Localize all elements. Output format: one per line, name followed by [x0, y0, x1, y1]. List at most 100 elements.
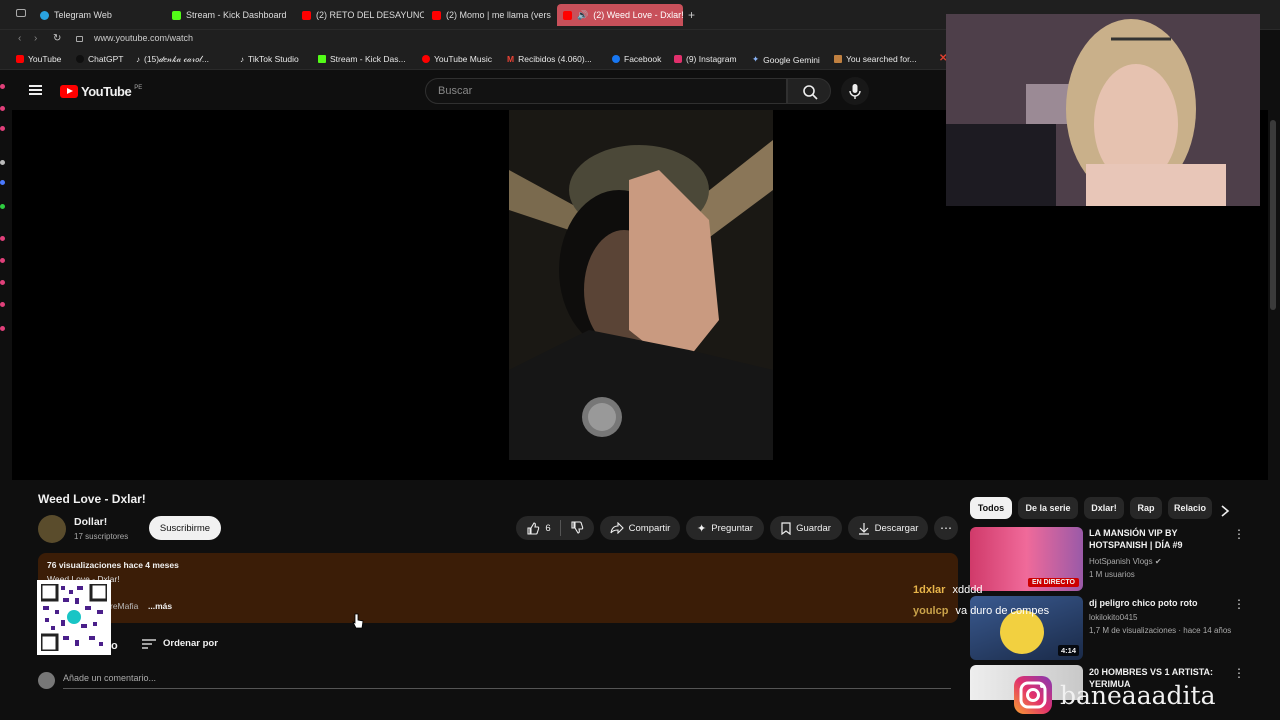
youtube-icon [302, 10, 311, 20]
status-dot [0, 126, 5, 131]
tab-search-icon[interactable] [16, 9, 26, 17]
download-button[interactable]: Descargar [848, 516, 928, 540]
sort-icon [142, 638, 156, 649]
voice-search-button[interactable] [841, 77, 869, 105]
rec-meta: 1 M usuarios [1089, 570, 1135, 579]
bookmark-instagram[interactable]: (9) Instagram [674, 54, 737, 64]
status-dot [0, 106, 5, 111]
bookmark-tiktok-denka[interactable]: ♪ (15)𝒹𝑒𝓃𝓀𝒶 𝒸𝒶𝓇𝑜𝓁... [136, 54, 209, 65]
tab-label: (2) RETO DEL DESAYUNO [316, 10, 424, 20]
save-label: Guardar [796, 522, 831, 534]
bookmark-facebook[interactable]: Facebook [612, 54, 661, 64]
sparkle-icon: ✦ [697, 522, 707, 535]
instagram-icon [1014, 676, 1052, 714]
bookmark-label: (9) Instagram [686, 54, 737, 64]
search-button[interactable] [787, 78, 831, 104]
tab-reto-desayuno[interactable]: (2) RETO DEL DESAYUNO [296, 4, 424, 26]
bookmark-gemini[interactable]: ✦ Google Gemini [752, 54, 820, 65]
telegram-icon [40, 10, 49, 20]
chevron-right-icon[interactable] [1220, 505, 1230, 517]
gmail-icon: M [507, 54, 515, 64]
rec-title[interactable]: LA MANSIÓN VIP BY HOTSPANISH | DÍA #9 [1089, 527, 1219, 551]
thumbs-down-icon[interactable] [570, 521, 584, 535]
bookmark-you-searched[interactable]: You searched for... [834, 54, 917, 64]
kick-icon [318, 55, 326, 63]
ask-button[interactable]: ✦ Preguntar [686, 516, 764, 540]
reload-icon[interactable]: ↻ [53, 33, 61, 44]
rec-channel[interactable]: lokilokito0415 [1089, 613, 1137, 622]
page-scrollbar[interactable] [1270, 120, 1276, 310]
more-vertical-icon[interactable]: ⋮ [1233, 597, 1245, 611]
lock-icon [76, 36, 83, 42]
tab-label: Stream - Kick Dashboard [186, 10, 287, 20]
like-dislike-group: 6 [516, 516, 594, 540]
status-dot [0, 180, 5, 185]
more-vertical-icon[interactable]: ⋮ [1233, 527, 1245, 541]
chip-all[interactable]: Todos [970, 497, 1012, 519]
youtube-logo[interactable]: YouTube PE [60, 84, 142, 99]
more-vertical-icon[interactable]: ⋮ [1233, 666, 1245, 680]
rec-thumbnail[interactable]: EN DIRECTO [970, 527, 1083, 591]
region-code: PE [134, 84, 143, 91]
thumbs-up-icon [527, 522, 540, 535]
bookmark-tiktok-studio[interactable]: ♪ TikTok Studio [240, 54, 299, 64]
search-input[interactable]: Buscar [425, 78, 787, 104]
status-dot [0, 160, 5, 165]
like-button[interactable]: 6 [526, 521, 551, 535]
url-field[interactable]: www.youtube.com/watch [94, 33, 193, 43]
channel-name[interactable]: Dollar! [74, 516, 107, 528]
hamburger-menu-icon[interactable] [29, 85, 42, 95]
chip-related[interactable]: Relacio [1168, 497, 1212, 519]
rec-channel[interactable]: HotSpanish Vlogs ✔ [1089, 557, 1162, 566]
bookmark-label: YouTube Music [434, 54, 492, 64]
tab-label: (2) Momo | me llama (vers [446, 10, 551, 20]
bookmark-youtube-music[interactable]: YouTube Music [422, 54, 492, 64]
back-icon[interactable]: ‹ [18, 33, 21, 44]
subscribe-button[interactable]: Suscribirme [149, 516, 221, 540]
download-icon [858, 522, 869, 535]
chat-message: youlcp va duro de compes [913, 605, 1049, 617]
status-dot [0, 302, 5, 307]
bookmark-youtube[interactable]: YouTube [16, 54, 61, 64]
youtube-icon [16, 55, 24, 63]
chip-dxlar[interactable]: Dxlar! [1084, 497, 1124, 519]
chat-text: va duro de compes [955, 605, 1050, 617]
new-tab-button[interactable]: + [688, 8, 695, 22]
bookmark-favicon-icon [834, 55, 842, 63]
bookmark-kick[interactable]: Stream - Kick Das... [318, 54, 406, 64]
channel-avatar[interactable] [38, 515, 66, 543]
youtube-play-icon [60, 85, 78, 98]
status-dot [0, 236, 5, 241]
tab-telegram[interactable]: Telegram Web [34, 4, 162, 26]
rec-title[interactable]: dj peligro chico poto roto [1089, 597, 1219, 609]
comment-input[interactable]: Añade un comentario... [63, 673, 951, 689]
tab-momo[interactable]: (2) Momo | me llama (vers [426, 4, 554, 26]
bookmark-label: YouTube [28, 54, 62, 64]
youtube-icon [432, 10, 441, 20]
chat-user: 1dxlar [913, 584, 946, 596]
bookmark-label: Stream - Kick Das... [330, 54, 406, 64]
more-actions-button[interactable]: ⋯ [934, 516, 958, 540]
save-button[interactable]: Guardar [770, 516, 842, 540]
chip-rap[interactable]: Rap [1130, 497, 1162, 519]
bookmark-gmail[interactable]: M Recibidos (4.060)... [507, 54, 592, 64]
forward-icon[interactable]: › [34, 33, 37, 44]
webcam-overlay [946, 14, 1260, 206]
bookmark-label: Recibidos (4.060)... [518, 54, 592, 64]
show-more-link[interactable]: ...más [148, 601, 172, 611]
tab-weed-love[interactable]: 🔊 (2) Weed Love - Dxlar! [557, 4, 683, 26]
bookmark-label: Facebook [624, 54, 662, 64]
bookmark-chatgpt[interactable]: ChatGPT [76, 54, 123, 64]
chat-text: xdddd [952, 584, 983, 596]
address-bar: ‹ › ↻ www.youtube.com/watch [0, 30, 948, 50]
left-side-strip [0, 70, 8, 350]
bookmark-label: TikTok Studio [248, 54, 299, 64]
webcam-image [946, 14, 1260, 206]
sort-button[interactable]: Ordenar por [142, 638, 218, 649]
chip-from-series[interactable]: De la serie [1018, 497, 1078, 519]
share-button[interactable]: Compartir [600, 516, 680, 540]
like-count: 6 [545, 522, 551, 534]
instagram-handle-overlay: baneaaadita [1012, 674, 1215, 716]
tiktok-icon: ♪ [240, 54, 244, 64]
tab-kick-dashboard[interactable]: Stream - Kick Dashboard [166, 4, 294, 26]
